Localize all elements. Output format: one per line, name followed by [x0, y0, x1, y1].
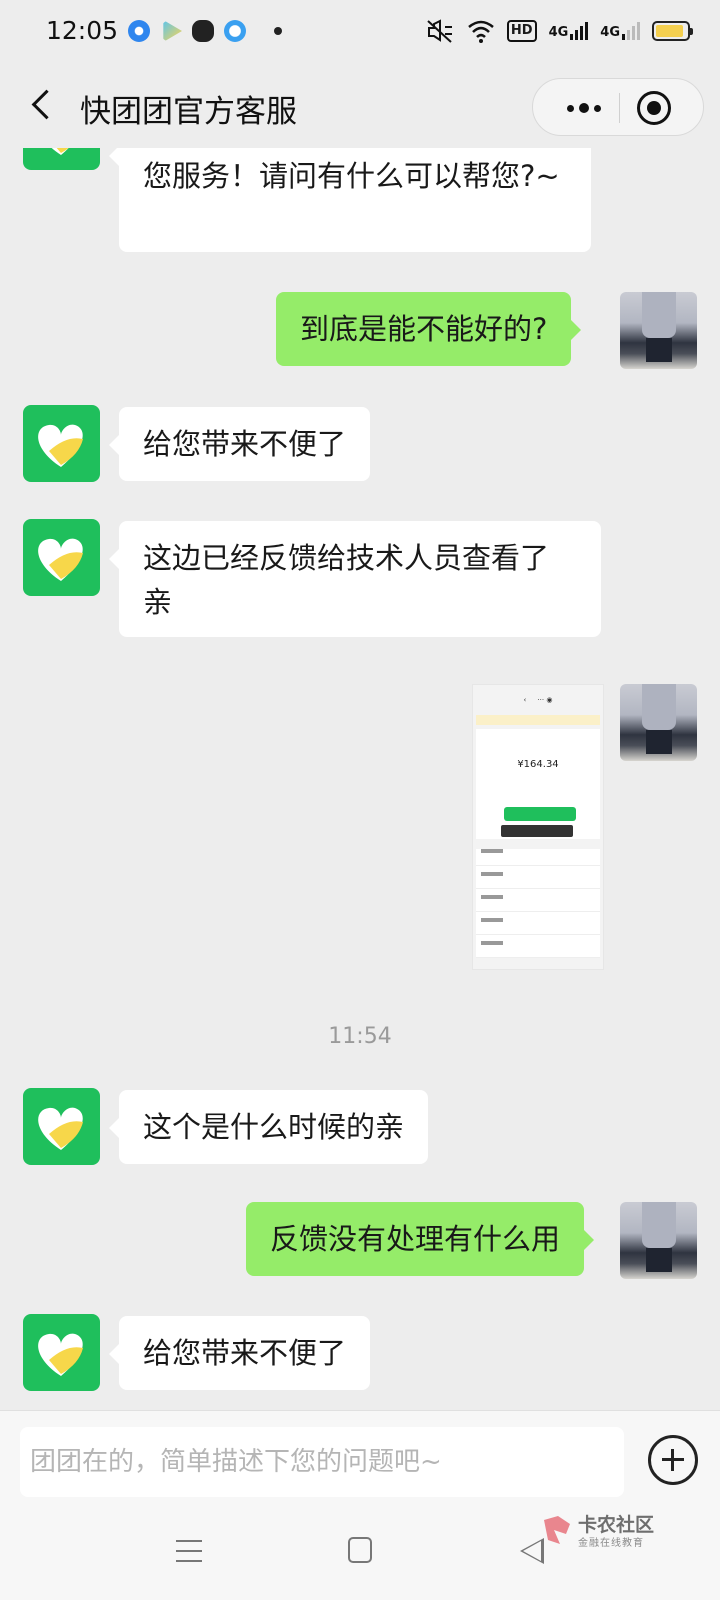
- user-avatar[interactable]: [620, 1202, 697, 1279]
- user-avatar[interactable]: [620, 684, 697, 761]
- message-text: 到底是能不能好的?: [300, 312, 548, 346]
- video-app-icon: [163, 20, 182, 42]
- user-avatar[interactable]: [620, 292, 697, 369]
- screenshot-header: ‹ ··· ◉: [523, 696, 553, 704]
- notification-icons: [128, 20, 282, 42]
- chat-timestamp: 11:54: [328, 1024, 392, 1049]
- watermark-logo-icon: [544, 1516, 570, 1544]
- message-text: 这个是什么时候的亲: [143, 1110, 405, 1144]
- message-text: 给您带来不便了: [143, 1336, 347, 1370]
- status-bar: 12:05 HD 4G 4G: [0, 0, 720, 64]
- status-time: 12:05: [46, 16, 119, 45]
- message-input[interactable]: [20, 1427, 624, 1497]
- home-button[interactable]: [348, 1537, 372, 1563]
- message-text: 您服务！请问有什么可以帮您?~: [143, 159, 560, 193]
- battery-level: [656, 25, 683, 37]
- signal-1-label: 4G: [548, 25, 569, 40]
- screenshot-toast: [501, 825, 573, 837]
- screenshot-withdraw-button: [504, 807, 576, 821]
- screenshot-wallet-card: ¥164.34: [476, 729, 600, 839]
- signal-2-label: 4G: [600, 25, 620, 40]
- screenshot-notice: [476, 715, 600, 725]
- system-indicators: HD 4G 4G: [425, 18, 693, 44]
- signal-indicator-2: 4G: [600, 22, 640, 40]
- chat-image-screenshot[interactable]: ‹ ··· ◉ ¥164.34: [472, 684, 604, 970]
- recent-apps-button[interactable]: [176, 1540, 202, 1562]
- message-text: 给您带来不便了: [143, 427, 347, 461]
- chat-message-bot[interactable]: 您服务！请问有什么可以帮您?~: [109, 148, 591, 252]
- more-options-button[interactable]: [551, 79, 617, 137]
- message-text: 反馈没有处理有什么用: [270, 1222, 561, 1256]
- chat-message-bot[interactable]: 这个是什么时候的亲: [108, 1090, 429, 1164]
- message-text: 这边已经反馈给技术人员查看了亲: [143, 541, 550, 619]
- capsule-divider: [619, 93, 620, 123]
- app-notification-icon: [128, 20, 150, 42]
- wifi-icon: [468, 20, 494, 43]
- add-attachment-button[interactable]: [648, 1435, 698, 1485]
- watermark-tagline: 金融在线教育: [578, 1538, 644, 1549]
- back-button[interactable]: [26, 86, 62, 126]
- bot-avatar[interactable]: [23, 1314, 100, 1391]
- chat-message-user[interactable]: 反馈没有处理有什么用: [246, 1202, 595, 1276]
- bot-avatar[interactable]: [23, 519, 100, 596]
- browser-icon: [224, 20, 246, 42]
- hd-badge: HD: [506, 20, 537, 42]
- chat-message-bot[interactable]: 给您带来不便了: [108, 407, 371, 481]
- bot-avatar[interactable]: [23, 405, 100, 482]
- battery-icon: [652, 21, 693, 41]
- screenshot-amount: ¥164.34: [517, 759, 559, 770]
- bot-avatar[interactable]: [23, 1088, 100, 1165]
- wechat-icon: [192, 20, 214, 42]
- watermark-name: 卡农社区: [578, 1514, 655, 1536]
- title-bar: 快团团官方客服: [0, 64, 720, 148]
- chat-message-user[interactable]: 到底是能不能好的?: [276, 292, 582, 366]
- mute-icon: [427, 19, 452, 43]
- message-composer: [0, 1410, 720, 1510]
- bot-avatar[interactable]: [23, 148, 100, 170]
- chat-area[interactable]: 您服务！请问有什么可以帮您?~ 到底是能不能好的? 给您带来不便了 这边已经反馈…: [0, 148, 720, 1410]
- watermark: 卡农社区 金融在线教育: [540, 1510, 690, 1550]
- screenshot-list: [476, 849, 600, 958]
- close-miniprogram-button[interactable]: [637, 91, 671, 125]
- more-notifications-icon: [274, 27, 282, 35]
- page-title: 快团团官方客服: [80, 94, 297, 130]
- chat-message-bot[interactable]: 给您带来不便了: [108, 1316, 371, 1390]
- signal-indicator-1: 4G: [549, 22, 589, 40]
- chat-message-bot[interactable]: 这边已经反馈给技术人员查看了亲: [109, 521, 601, 637]
- miniprogram-capsule: [532, 78, 704, 136]
